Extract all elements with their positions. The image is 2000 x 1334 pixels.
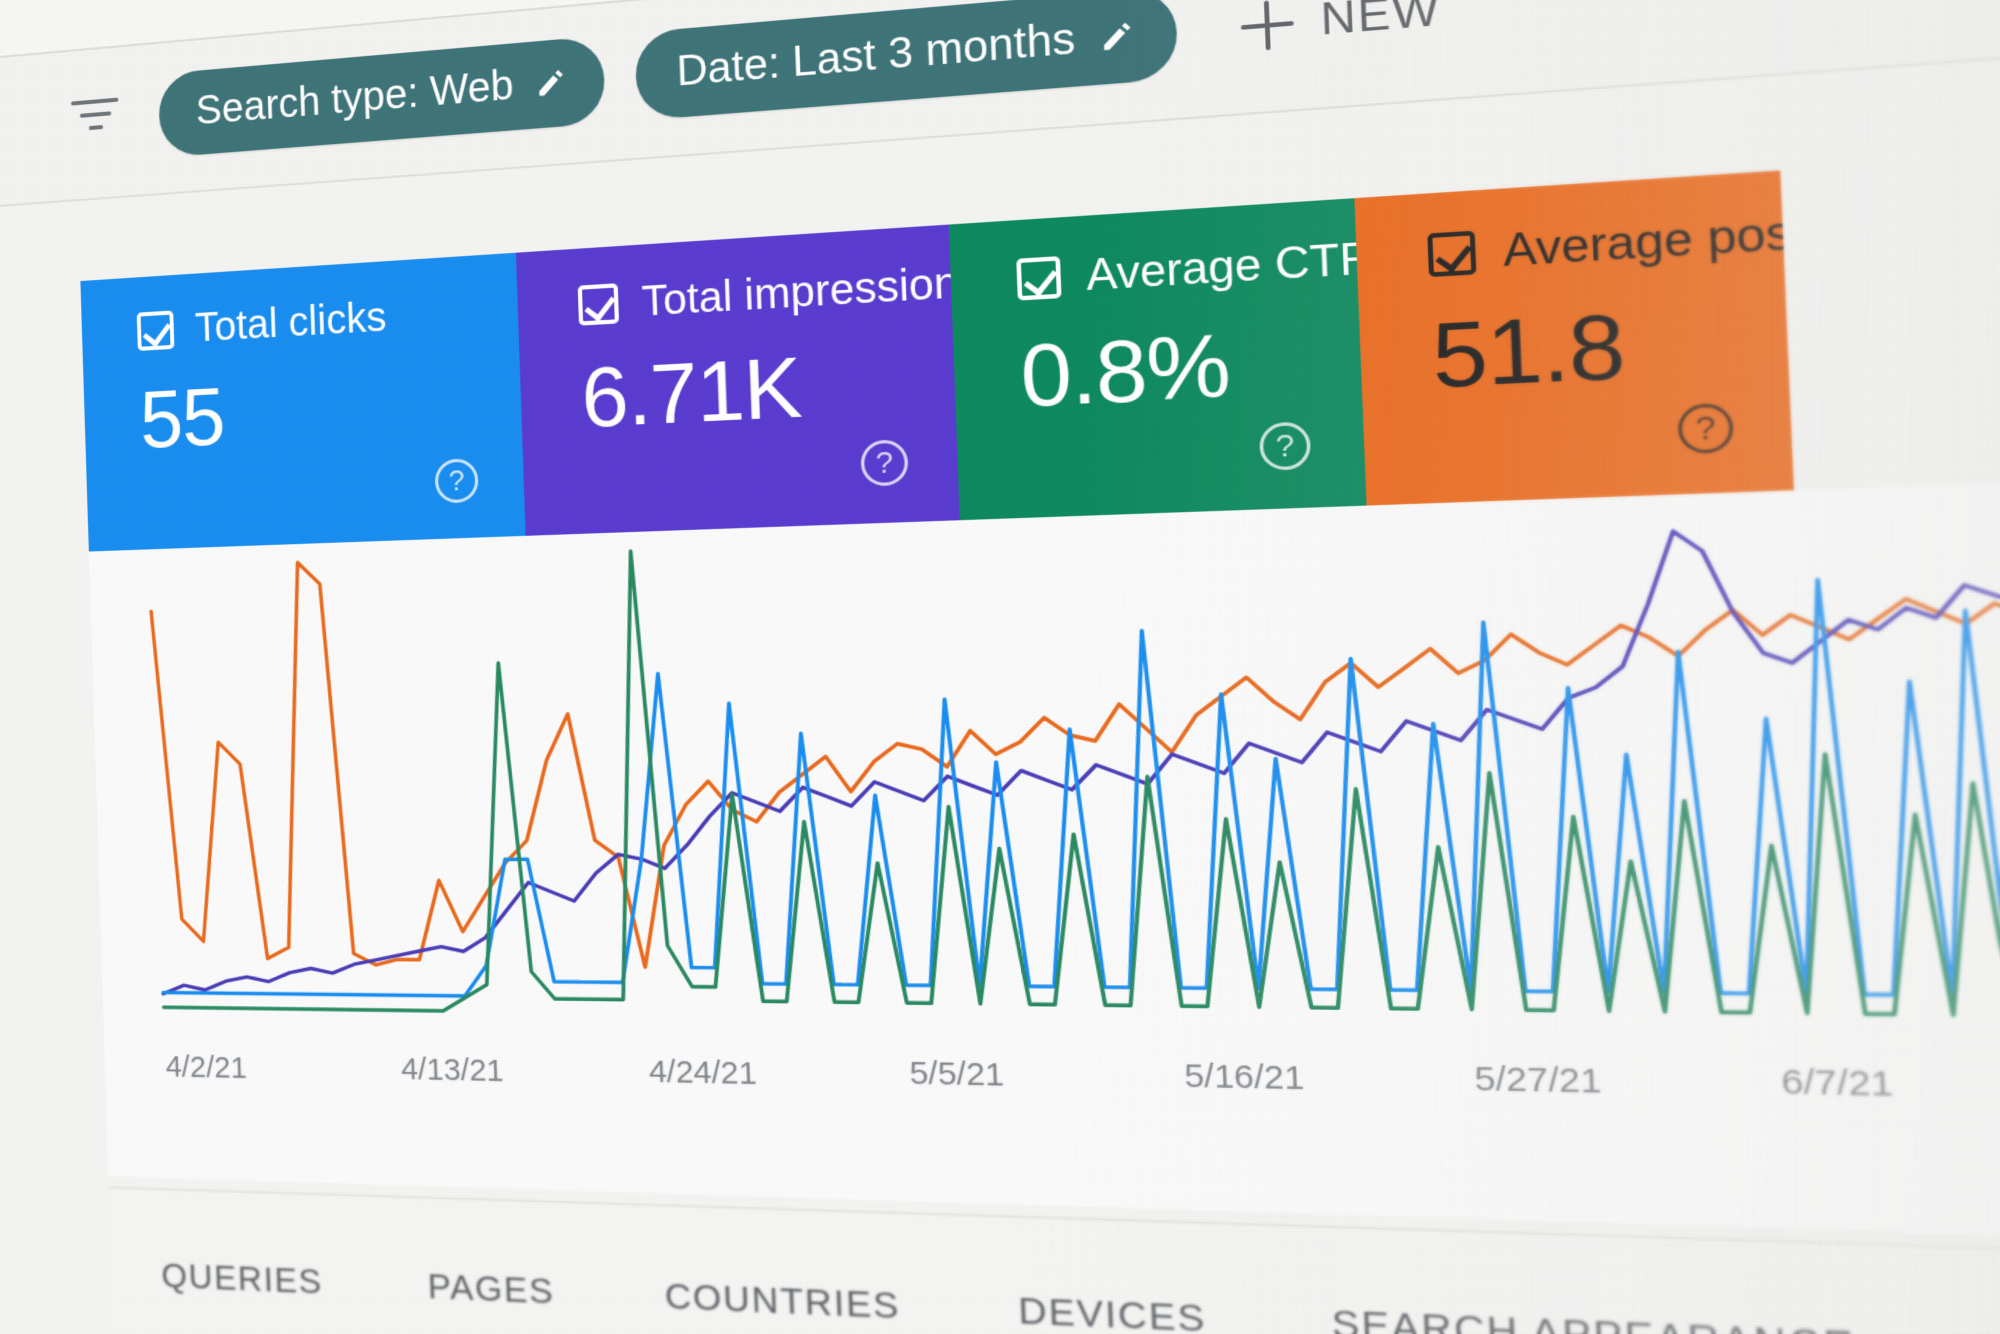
- metric-label: Average CTR: [1085, 233, 1367, 300]
- new-filter-button[interactable]: NEW: [1240, 0, 1442, 52]
- metric-value: 55: [138, 370, 226, 465]
- pencil-icon: [539, 69, 564, 96]
- metric-value: 0.8%: [1018, 315, 1232, 426]
- chart-series-line: [150, 489, 2000, 1019]
- metric-value: 51.8: [1430, 294, 1627, 407]
- metric-header: Average position: [1427, 202, 1794, 279]
- checkbox-checked-icon[interactable]: [136, 310, 175, 351]
- checkbox-checked-icon[interactable]: [1427, 230, 1477, 278]
- filter-chip-search-type[interactable]: Search type: Web: [157, 35, 606, 158]
- metric-card-total-clicks[interactable]: Total clicks 55 ?: [80, 252, 526, 552]
- checkbox-checked-icon[interactable]: [577, 283, 620, 326]
- plus-icon: [1240, 0, 1295, 52]
- checkbox-checked-icon[interactable]: [1016, 256, 1062, 301]
- filter-chip-date[interactable]: Date: Last 3 months: [634, 0, 1179, 121]
- metric-label: Average position: [1502, 201, 1794, 277]
- metric-value: 6.71K: [579, 339, 803, 445]
- metric-header: Average CTR: [1016, 233, 1367, 302]
- x-axis-tick-label: 6/7/21: [1780, 1062, 1895, 1104]
- help-icon[interactable]: ?: [1258, 421, 1312, 471]
- x-axis-tick-label: 5/5/21: [908, 1055, 1005, 1094]
- metric-card-total-impressions[interactable]: Total impressions 6.71K ?: [515, 224, 960, 536]
- metric-card-average-ctr[interactable]: Average CTR 0.8% ?: [948, 198, 1367, 521]
- x-axis-tick-label: 4/2/21: [165, 1049, 248, 1086]
- dimension-tab[interactable]: DEVICES: [958, 1287, 1269, 1334]
- help-icon[interactable]: ?: [1677, 402, 1735, 455]
- chart-series-line: [150, 489, 2000, 982]
- dimension-tab[interactable]: PAGES: [374, 1264, 610, 1315]
- new-filter-label: NEW: [1319, 0, 1442, 45]
- dimension-tab[interactable]: SEARCH APPEARANCE: [1268, 1299, 1927, 1334]
- pencil-icon: [1103, 22, 1131, 51]
- filter-icon[interactable]: [68, 97, 122, 145]
- x-axis-tick-label: 4/13/21: [400, 1051, 505, 1089]
- chart-x-axis: 4/2/21 4/13/21 4/24/21 5/5/21 5/16/21 5/27/21…: [103, 1015, 2000, 1200]
- dimension-tab[interactable]: QUERIES: [111, 1254, 376, 1305]
- metric-label: Total impressions: [640, 257, 960, 326]
- x-axis-tick-label: 4/24/21: [648, 1053, 758, 1092]
- filter-chip-search-type-label: Search type: Web: [195, 62, 515, 134]
- x-axis-tick-label: 5/16/21: [1183, 1057, 1306, 1098]
- monitor-screen: Performance Search type: Web: [0, 0, 2000, 1334]
- performance-chart-card: 4/2/21 4/13/21 4/24/21 5/5/21 5/16/21 5/27/21…: [88, 465, 2000, 1251]
- performance-line-chart[interactable]: [89, 466, 2000, 1048]
- filter-chip-date-label: Date: Last 3 months: [675, 14, 1077, 96]
- help-icon[interactable]: ?: [434, 458, 479, 504]
- photo-scene: Performance Search type: Web: [0, 0, 2000, 1334]
- help-icon[interactable]: ?: [860, 439, 909, 487]
- metric-label: Total clicks: [194, 294, 388, 351]
- metric-card-average-position[interactable]: Average position 51.8 ?: [1354, 170, 1794, 506]
- metric-card-group: Total clicks 55 ? Total impressions 6.71…: [80, 170, 1794, 552]
- x-axis-tick-label: 5/27/21: [1473, 1060, 1603, 1101]
- dimension-tab[interactable]: COUNTRIES: [609, 1273, 960, 1330]
- dimension-tab[interactable]: DATES: [1925, 1325, 2000, 1334]
- metric-header: Total clicks: [136, 288, 519, 352]
- metric-header: Total impressions: [577, 258, 960, 327]
